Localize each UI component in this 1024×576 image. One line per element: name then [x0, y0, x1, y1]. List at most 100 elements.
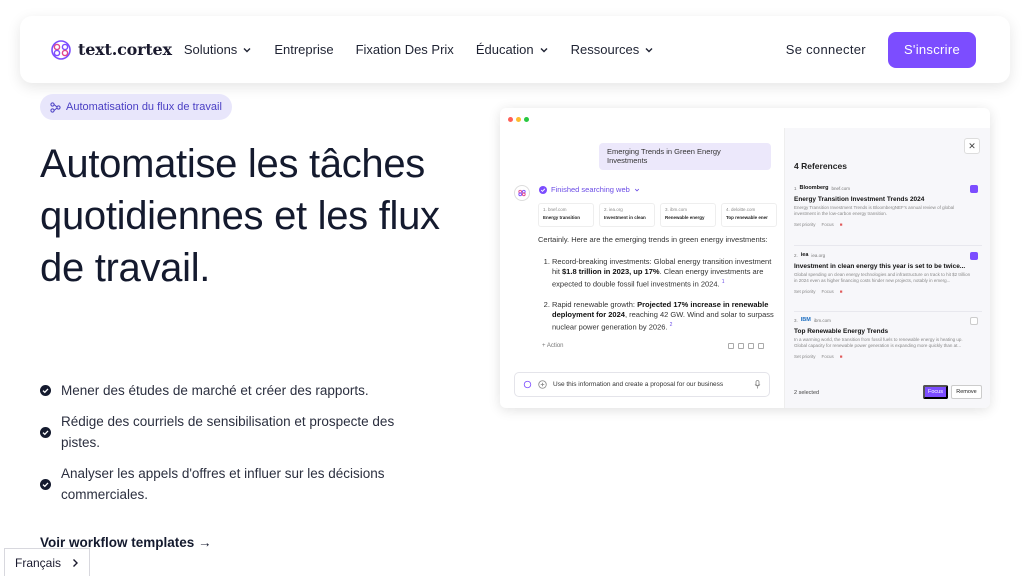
- reference-source: 1 Bloomberg bnef.com: [794, 185, 980, 191]
- source-cards: 1. bnef.com Energy transition 2. iea.org I…: [538, 203, 777, 227]
- nav-item-label: Éducation: [475, 42, 534, 57]
- chevron-down-icon: [634, 188, 639, 191]
- workflow-icon: [50, 101, 61, 113]
- ai-avatar: [514, 185, 530, 201]
- nav-item-label: Fixation Des Prix: [355, 42, 454, 57]
- refresh-icon[interactable]: [758, 343, 764, 349]
- composer-input[interactable]: Use this information and create a propos…: [553, 381, 748, 388]
- ai-answer: Certainly. Here are the emerging trends …: [538, 235, 776, 342]
- plus-icon[interactable]: [538, 380, 547, 389]
- badge-label: Automatisation du flux de travail: [66, 101, 222, 113]
- set-priority-button[interactable]: Set priority: [794, 289, 816, 294]
- source-name: iea: [800, 252, 809, 258]
- nav-actions: Se connecter S'inscrire: [786, 31, 976, 68]
- nav-item-education[interactable]: Éducation: [476, 42, 549, 57]
- reference-checkbox[interactable]: [970, 317, 978, 325]
- reference-actions: Set priority Focus ■: [794, 289, 980, 294]
- answer-highlight: $1.8 trillion in 2023, up 17%: [562, 267, 660, 276]
- nav-item-label: Entreprise: [274, 42, 334, 57]
- source-title: Investment in clean: [604, 215, 646, 220]
- set-priority-button[interactable]: Set priority: [794, 354, 816, 359]
- reference-number: 3.: [794, 317, 798, 323]
- signup-button[interactable]: S'inscrire: [887, 31, 976, 68]
- chevron-down-icon: [243, 47, 251, 52]
- trash-icon[interactable]: ■: [840, 354, 843, 359]
- maximize-dot: [524, 117, 529, 122]
- brain-logo-icon: [518, 189, 526, 197]
- feature-text: Analyser les appels d'offres et influer …: [61, 466, 385, 502]
- reference-description: Global spending on clean energy technolo…: [794, 272, 971, 283]
- reference-item[interactable]: 3. IBM ibm.com Top Renewable Energy Trends…: [794, 317, 980, 359]
- feature-text: Rédige des courriels de sensibilisation …: [61, 414, 395, 450]
- chat-composer[interactable]: Use this information and create a propos…: [514, 372, 770, 397]
- answer-list: Record-breaking investments: Global ener…: [538, 257, 776, 332]
- thumbs-icon[interactable]: [748, 343, 754, 349]
- reference-checkbox[interactable]: [970, 252, 978, 260]
- remove-button[interactable]: Remove: [951, 385, 982, 399]
- reference-checkbox[interactable]: [970, 185, 978, 193]
- window-controls: [508, 117, 529, 122]
- chevron-down-icon: [645, 47, 653, 52]
- source-domain: 3. ibm.com: [665, 207, 688, 212]
- list-item: Mener des études de marché et créer des …: [40, 380, 420, 401]
- reference-source: 3. IBM ibm.com: [794, 317, 980, 323]
- workflow-badge: Automatisation du flux de travail: [40, 94, 232, 120]
- source-card[interactable]: 1. bnef.com Energy transition: [538, 203, 594, 227]
- source-name: Bloomberg: [799, 185, 829, 191]
- product-mockup: Emerging Trends in Green Energy Investme…: [500, 108, 990, 408]
- citation-badge[interactable]: 1: [722, 279, 725, 285]
- language-selector[interactable]: Français: [4, 548, 90, 576]
- search-status[interactable]: Finished searching web: [539, 185, 640, 194]
- nav-item-solutions[interactable]: Solutions: [184, 42, 252, 57]
- trash-icon[interactable]: ■: [840, 222, 843, 227]
- source-domain: 1. bnef.com: [543, 207, 567, 212]
- nav-item-label: Ressources: [570, 42, 640, 57]
- close-dot: [508, 117, 513, 122]
- list-item: Record-breaking investments: Global ener…: [552, 257, 776, 290]
- reference-description: In a warming world, the transition from …: [794, 337, 963, 348]
- copy-icon[interactable]: [728, 343, 734, 349]
- reference-number: 1: [794, 185, 797, 191]
- source-title: Renewable energy: [665, 215, 705, 220]
- brain-logo-icon: [51, 39, 71, 60]
- feature-list: Mener des études de marché et créer des …: [40, 380, 420, 515]
- logo[interactable]: text.cortex: [50, 39, 172, 61]
- nav-item-label: Solutions: [183, 42, 238, 57]
- action-button[interactable]: + Action: [542, 343, 564, 349]
- share-icon[interactable]: [738, 343, 744, 349]
- references-panel: ✕ 4 References 1 Bloomberg bnef.com Energy…: [784, 128, 990, 408]
- focus-button[interactable]: Focus: [923, 385, 948, 399]
- trash-icon[interactable]: ■: [840, 289, 843, 294]
- reference-item[interactable]: 2. iea iea.org Investment in clean energy …: [794, 252, 980, 294]
- source-card[interactable]: 4. deloitte.com Top renewable ener: [721, 203, 777, 227]
- microphone-icon[interactable]: [754, 380, 761, 389]
- nav-item-resources[interactable]: Ressources: [571, 42, 655, 57]
- list-item: Rapid renewable growth: Projected 17% in…: [552, 300, 776, 333]
- answer-text: Rapid renewable growth:: [552, 299, 638, 309]
- source-card[interactable]: 3. ibm.com Renewable energy: [660, 203, 716, 227]
- close-icon[interactable]: ✕: [964, 138, 980, 154]
- brain-logo-icon: [523, 380, 532, 389]
- source-domain: ibm.com: [813, 317, 831, 323]
- check-circle-icon: [40, 478, 51, 490]
- focus-link[interactable]: Focus: [822, 354, 834, 359]
- citation-badge[interactable]: 2: [670, 322, 673, 328]
- focus-link[interactable]: Focus: [822, 289, 834, 294]
- source-title: Energy transition: [543, 215, 581, 220]
- divider: [794, 311, 982, 312]
- nav-item-entreprise[interactable]: Entreprise: [274, 42, 333, 57]
- source-domain: iea.org: [811, 252, 826, 258]
- source-card[interactable]: 2. iea.org Investment in clean: [599, 203, 655, 227]
- chevron-down-icon: [540, 47, 548, 52]
- check-circle-icon: [40, 385, 51, 396]
- language-label: Français: [15, 555, 62, 570]
- login-link[interactable]: Se connecter: [786, 42, 866, 57]
- check-circle-icon: [539, 185, 547, 194]
- focus-link[interactable]: Focus: [822, 222, 834, 227]
- feature-text: Mener des études de marché et créer des …: [61, 383, 369, 398]
- nav-item-pricing[interactable]: Fixation Des Prix: [356, 42, 454, 57]
- reference-item[interactable]: 1 Bloomberg bnef.com Energy Transition Inv…: [794, 185, 980, 227]
- chat-panel: Emerging Trends in Green Energy Investme…: [500, 128, 784, 408]
- set-priority-button[interactable]: Set priority: [794, 222, 816, 227]
- selected-count: 2 selected: [794, 390, 820, 396]
